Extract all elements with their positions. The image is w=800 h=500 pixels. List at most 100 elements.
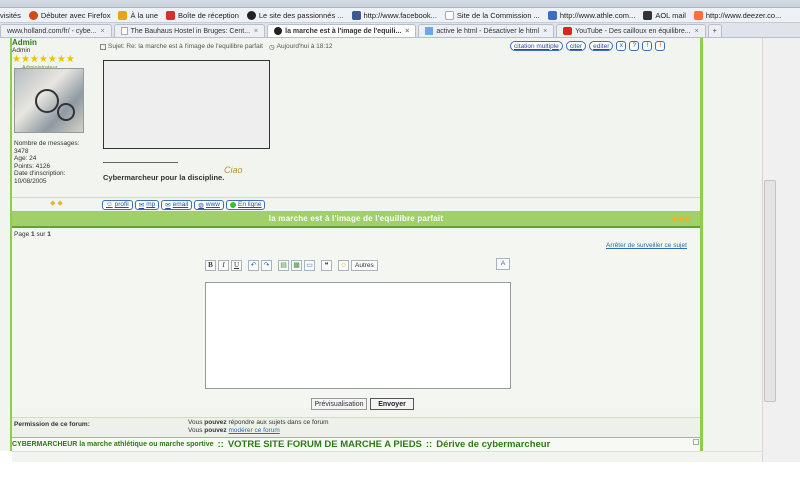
left-border (0, 38, 12, 451)
close-icon[interactable]: × (543, 28, 547, 35)
author-sub: Admin (12, 47, 31, 54)
envelope-icon: ✉ (138, 201, 145, 209)
reply-textarea[interactable] (205, 282, 511, 389)
post-icon (100, 43, 106, 50)
aol-icon (643, 10, 653, 20)
quote-icon[interactable]: ❝ (321, 259, 332, 271)
email-button[interactable]: ✉ email (161, 199, 193, 210)
bookmark-item[interactable]: http://www.athle.com... (547, 10, 635, 20)
align-icon[interactable]: ▤ (278, 259, 289, 271)
bookmark-item[interactable]: Débuter avec Firefox (28, 10, 110, 20)
page-indicator: Page 1 sur 1 (14, 231, 51, 238)
post-toolbar: citation multiple citer editer x ? ! ! (507, 40, 666, 52)
permissions-row (12, 417, 700, 438)
close-icon[interactable]: × (405, 28, 409, 35)
mail-icon (166, 10, 175, 20)
close-icon[interactable]: × (100, 28, 104, 35)
topic-nav-arrows-icon[interactable]: ◆◆◆ (672, 214, 690, 223)
messages-label: Nombre de messages: (14, 140, 80, 147)
report-icon[interactable]: ! (655, 41, 666, 51)
bookmark-item[interactable]: AOL mail (643, 10, 686, 20)
browser-address-bar (0, 0, 800, 8)
website-button[interactable]: ◍ www (194, 199, 224, 210)
site-icon (246, 10, 256, 20)
author-points: Points: 4126 (14, 162, 51, 170)
close-icon[interactable]: × (254, 28, 258, 35)
new-tab-button[interactable]: + (707, 24, 722, 37)
topic-title[interactable]: la marche est à l'image de l'equilibre p… (269, 214, 443, 223)
bookmark-item[interactable]: Le site des passionnés ... (246, 10, 344, 20)
author-name[interactable]: Admin (12, 38, 97, 47)
forum-icon (425, 27, 434, 35)
bookmark-item[interactable]: http://www.deezer.co... (693, 10, 781, 20)
preview-button[interactable]: Prévisualisation (311, 398, 367, 410)
profile-button[interactable]: ☺ profil (102, 199, 133, 210)
delete-icon[interactable]: x (616, 41, 627, 51)
permissions-label: Permission de ce forum: (14, 421, 90, 428)
bookmark-item[interactable]: visités (0, 11, 21, 20)
online-dot-icon (229, 201, 236, 208)
stop-watching-link[interactable]: Arrêter de surveiller ce sujet (606, 242, 687, 249)
browser-tab[interactable]: YouTube - Des cailloux en équilibre... × (556, 24, 706, 37)
footer-forum-name[interactable]: VOTRE SITE FORUM DE MARCHE A PIEDS (228, 439, 422, 450)
firefox-icon (28, 10, 38, 20)
youtube-icon (563, 27, 573, 35)
signature-divider (103, 162, 178, 163)
online-status: En ligne (225, 199, 266, 210)
joined-label: Date d'inscription: (14, 170, 66, 177)
link-icon[interactable]: ▭ (304, 259, 315, 271)
browser-tab[interactable]: The Bauhaus Hostel in Bruges: Cent... × (113, 24, 266, 37)
topic-title-bar: la marche est à l'image de l'equilibre p… (12, 211, 700, 228)
send-button[interactable]: Envoyer (370, 398, 414, 410)
more-button[interactable]: Autres (351, 259, 378, 271)
signature-text: Cybermarcheur pour la discipline. (103, 173, 225, 182)
ip-icon[interactable]: ? (629, 41, 640, 51)
browser-tab[interactable]: active le html - Désactiver le html × (418, 24, 555, 37)
bookmark-item[interactable]: Site de la Commission ... (444, 10, 540, 20)
smiley-icon[interactable]: ☺ (338, 259, 349, 271)
bicycle-wheel-icon (35, 89, 59, 113)
post-time: Aujourd'hui à 18:12 (276, 43, 333, 50)
page-icon (444, 10, 454, 20)
page-bottom-strip (12, 451, 762, 462)
underline-button[interactable]: U (231, 259, 242, 271)
facebook-icon (351, 10, 361, 20)
bookmark-item[interactable]: Boîte de réception (166, 10, 239, 20)
multi-quote-button[interactable]: citation multiple (510, 41, 563, 51)
browser-tab[interactable]: www.holland.com/fr/ - cybe... × (0, 24, 112, 37)
rank-stars-icon: ★★★★★★★ (12, 54, 75, 65)
ciao-smiley-icon: Ciao (224, 165, 243, 175)
site-icon (274, 27, 283, 35)
footer-tagline[interactable]: Dérive de cybermarcheur (436, 439, 550, 450)
mail-icon: ✉ (165, 201, 171, 209)
bookmark-item[interactable]: http://www.facebook... (351, 10, 437, 20)
private-message-button[interactable]: ✉ mp (134, 199, 160, 210)
warn-icon[interactable]: ! (642, 41, 653, 51)
toggle-editor-mode-button[interactable]: A (496, 258, 510, 270)
italic-button[interactable]: I (218, 259, 229, 271)
post-action-bar: ☺ profil ✉ mp ✉ email ◍ www En ligne (12, 197, 700, 211)
permissions-text: Vous pouvez répondre aux sujets dans ce … (188, 419, 329, 434)
moderate-forum-link[interactable]: modérer ce forum (229, 427, 280, 434)
post-subject: Sujet: Re: la marche est à l'image de l'… (108, 43, 263, 50)
total-pages: 1 (47, 231, 51, 238)
image-icon[interactable]: ▦ (291, 259, 302, 271)
footer-site-name[interactable]: CYBERMARCHEUR la marche athlétique ou ma… (12, 441, 214, 448)
redo-icon[interactable]: ↷ (261, 259, 272, 271)
browser-tab-strip: www.holland.com/fr/ - cybe... × The Bauha… (0, 23, 800, 38)
joined-date: 10/08/2005 (14, 177, 47, 185)
browser-tab-active[interactable]: la marche est à l'image de l'equili... × (267, 24, 417, 37)
bookmark-item[interactable]: À la une (118, 10, 158, 20)
bold-button[interactable]: B (205, 259, 216, 271)
bookmarks-toolbar: visités Débuter avec Firefox À la une Bo… (0, 8, 800, 23)
user-icon: ☺ (106, 201, 113, 208)
scrollbar-thumb[interactable] (764, 180, 776, 402)
quote-button[interactable]: citer (565, 41, 587, 51)
post-image (103, 60, 270, 149)
close-icon[interactable]: × (695, 28, 699, 35)
globe-icon: ◍ (198, 201, 204, 209)
page-bottom-blank (0, 462, 800, 500)
edit-button[interactable]: editer (589, 41, 614, 51)
undo-icon[interactable]: ↶ (248, 259, 259, 271)
athle-icon (547, 10, 557, 20)
